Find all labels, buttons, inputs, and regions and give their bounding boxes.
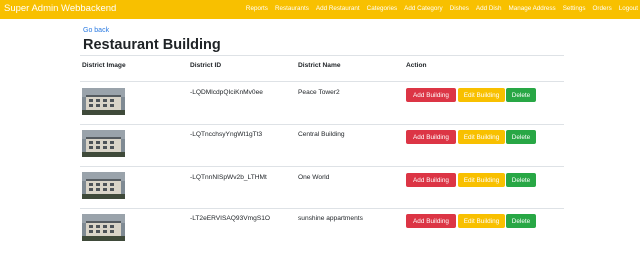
nav-add-category[interactable]: Add Category bbox=[404, 5, 443, 17]
add-building-button[interactable]: Add Building bbox=[406, 88, 456, 102]
district-name-cell: Peace Tower2 bbox=[298, 89, 340, 96]
delete-button[interactable]: Delete bbox=[506, 130, 536, 144]
nav-links: Reports Restaurants Add Restaurant Categ… bbox=[246, 5, 640, 17]
table-top-rule bbox=[80, 55, 564, 56]
go-back-link[interactable]: Go back bbox=[83, 27, 109, 34]
header-district-image: District Image bbox=[82, 62, 126, 69]
header-action: Action bbox=[406, 62, 427, 69]
edit-building-button[interactable]: Edit Building bbox=[458, 173, 505, 187]
header-district-name: District Name bbox=[298, 62, 341, 69]
header-bottom-rule bbox=[80, 81, 564, 82]
edit-building-button[interactable]: Edit Building bbox=[458, 88, 505, 102]
delete-button[interactable]: Delete bbox=[506, 214, 536, 228]
row-divider bbox=[80, 208, 564, 209]
district-id-cell: -LQTncchsyYngWt1gTt3 bbox=[190, 131, 263, 138]
nav-logout[interactable]: Logout bbox=[619, 5, 638, 17]
district-id-cell: -LQTnnNISpWv2b_LTHMt bbox=[190, 174, 267, 181]
nav-settings[interactable]: Settings bbox=[563, 5, 586, 17]
add-building-button[interactable]: Add Building bbox=[406, 130, 456, 144]
row-divider bbox=[80, 124, 564, 125]
top-navbar: Super Admin Webbackend Reports Restauran… bbox=[0, 0, 640, 19]
edit-building-button[interactable]: Edit Building bbox=[458, 214, 505, 228]
district-name-cell: Central Building bbox=[298, 131, 345, 138]
delete-button[interactable]: Delete bbox=[506, 173, 536, 187]
nav-add-dish[interactable]: Add Dish bbox=[476, 5, 502, 17]
delete-button[interactable]: Delete bbox=[506, 88, 536, 102]
brand-link[interactable]: Super Admin Webbackend bbox=[4, 3, 116, 14]
nav-categories[interactable]: Categories bbox=[367, 5, 397, 17]
district-image bbox=[82, 130, 125, 157]
district-image bbox=[82, 172, 125, 199]
add-building-button[interactable]: Add Building bbox=[406, 173, 456, 187]
nav-manage-address[interactable]: Manage Address bbox=[508, 5, 555, 17]
nav-reports[interactable]: Reports bbox=[246, 5, 268, 17]
district-id-cell: -LT2eERVISAQ93VmgS1O bbox=[190, 215, 271, 222]
nav-dishes[interactable]: Dishes bbox=[450, 5, 469, 17]
nav-orders[interactable]: Orders bbox=[592, 5, 611, 17]
district-id-cell: -LQDMlcdpQIciKnMv0ee bbox=[190, 89, 263, 96]
header-district-id: District ID bbox=[190, 62, 222, 69]
add-building-button[interactable]: Add Building bbox=[406, 214, 456, 228]
edit-building-button[interactable]: Edit Building bbox=[458, 130, 505, 144]
row-divider bbox=[80, 166, 564, 167]
district-name-cell: sunshine appartments bbox=[298, 215, 363, 222]
district-name-cell: One World bbox=[298, 174, 330, 181]
district-image bbox=[82, 214, 125, 241]
page-title: Restaurant Building bbox=[83, 37, 221, 53]
nav-add-restaurant[interactable]: Add Restaurant bbox=[316, 5, 360, 17]
nav-restaurants[interactable]: Restaurants bbox=[275, 5, 309, 17]
district-image bbox=[82, 88, 125, 115]
